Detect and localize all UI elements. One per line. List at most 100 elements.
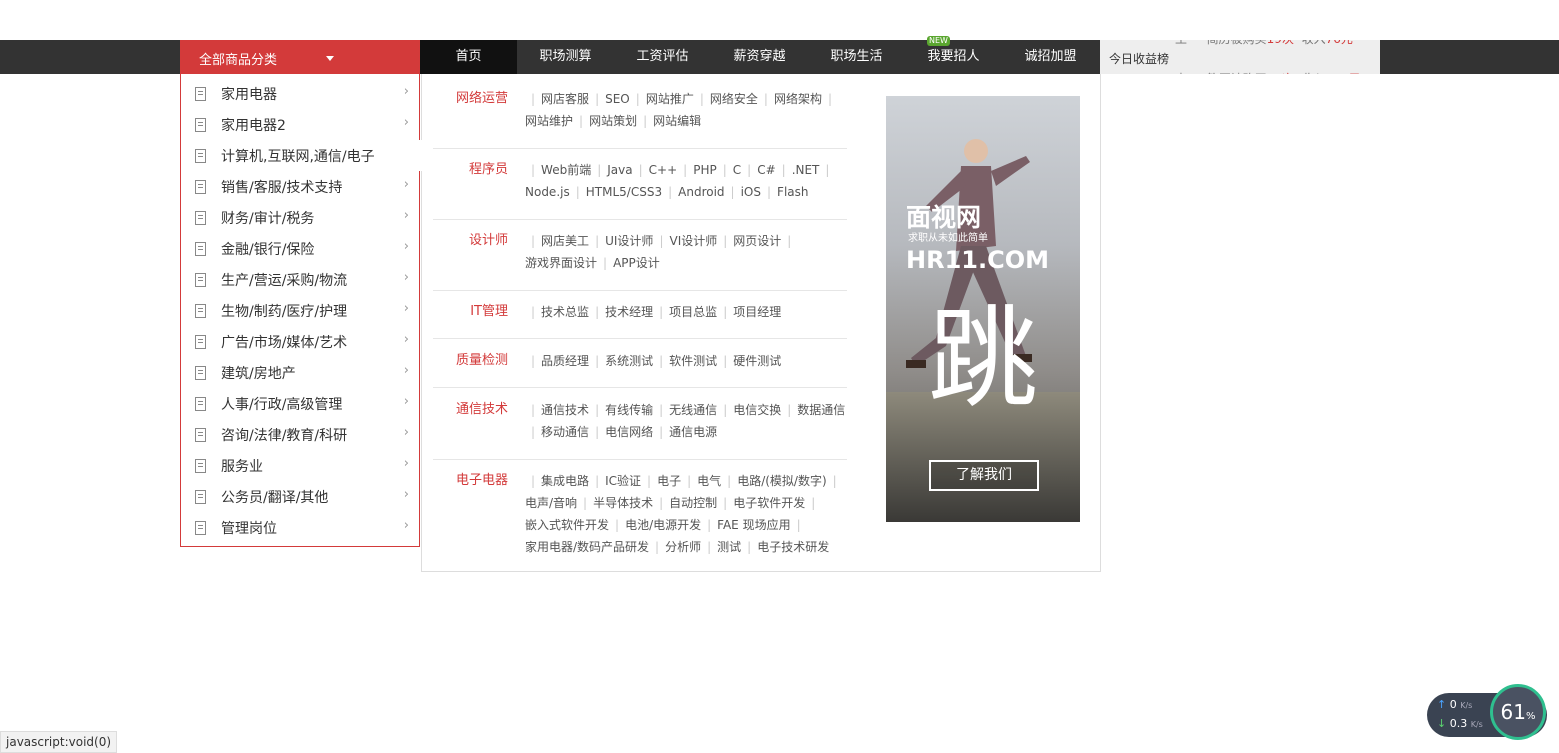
job-link[interactable]: Flash [777,181,808,203]
job-link[interactable]: 网店美工 [541,230,589,252]
job-link[interactable]: 分析师 [665,536,701,558]
job-link[interactable]: 网络安全 [710,88,758,110]
job-link[interactable]: Node.js [525,181,570,203]
ad-banner[interactable]: 面视网 求职从未如此简单 HR11.COM 跳 了解我们 [886,96,1080,522]
learn-more-button[interactable]: 了解我们 [929,460,1039,491]
sidebar-item-label: 建筑/房地产 [221,366,296,382]
sidebar-category-item[interactable]: 人事/行政/高级管理 › [181,388,419,419]
job-link[interactable]: FAE 现场应用 [717,514,790,536]
sidebar-category-item[interactable]: 销售/客服/技术支持 › [181,171,419,202]
network-monitor-widget[interactable]: ↑ 0 K/s ↓ 0.3 K/s 61% [1427,684,1547,740]
job-link[interactable]: C [733,159,741,181]
job-link[interactable]: 网页设计 [733,230,781,252]
job-link[interactable]: 品质经理 [541,350,589,372]
group-title-link[interactable]: 电子电器 [433,470,508,492]
job-link[interactable]: HTML5/CSS3 [586,181,662,203]
nav-item[interactable]: 职场生活 [808,40,905,74]
sidebar-category-item[interactable]: 家用电器 › [181,78,419,109]
group-title-link[interactable]: 设计师 [433,230,508,252]
sidebar-category-item[interactable]: 计算机,互联网,通信/电子 [181,140,424,171]
sidebar-category-item[interactable]: 建筑/房地产 › [181,357,419,388]
job-link[interactable]: SEO [605,88,630,110]
job-link[interactable]: 有线传输 [605,399,653,421]
job-link[interactable]: iOS [741,181,761,203]
main-nav: 首页 职场测算 工资评估 薪资穿越 职场生活 我要招人 NEW 诚招加盟 [420,36,1099,74]
nav-item[interactable]: 诚招加盟 [1002,40,1099,74]
job-link[interactable]: 电子技术研发 [757,536,829,558]
group-title-link[interactable]: 质量检测 [433,350,508,372]
job-link[interactable]: 电池/电源开发 [625,514,701,536]
job-link[interactable]: 网站策划 [589,110,637,132]
sidebar-category-item[interactable]: 服务业 › [181,450,419,481]
job-link[interactable]: 无线通信 [669,399,717,421]
job-link[interactable]: 集成电路 [541,470,589,492]
job-link[interactable]: APP设计 [613,252,660,274]
nav-item[interactable]: 我要招人 NEW [905,36,1002,74]
job-link[interactable]: 技术经理 [605,301,653,323]
job-link[interactable]: 网站编辑 [653,110,701,132]
job-link[interactable]: Android [678,181,724,203]
job-link[interactable]: C++ [649,159,678,181]
job-link[interactable]: 通信电源 [669,421,717,443]
memory-usage-circle[interactable]: 61% [1490,684,1546,740]
job-link[interactable]: 游戏界面设计 [525,252,597,274]
job-link[interactable]: 网络架构 [774,88,822,110]
job-link[interactable]: 技术总监 [541,301,589,323]
nav-item[interactable]: 职场测算 [517,40,614,74]
job-link[interactable]: 半导体技术 [593,492,653,514]
job-link[interactable]: 家用电器/数码产品研发 [525,536,649,558]
chevron-right-icon: › [403,456,409,471]
sidebar-category-item[interactable]: 家用电器2 › [181,109,419,140]
separator: | [595,354,600,368]
group-title-link[interactable]: 网络运营 [433,88,508,110]
sidebar-category-item[interactable]: 财务/审计/税务 › [181,202,419,233]
caret-down-icon [326,56,334,61]
job-link[interactable]: VI设计师 [669,230,717,252]
job-link[interactable]: .NET [792,159,820,181]
job-link[interactable]: 数据通信 [797,399,845,421]
job-link[interactable]: 嵌入式软件开发 [525,514,609,536]
category-sidebar: 家用电器 › 家用电器2 › 计算机,互联网,通信/电子 销售/客服/技术支持 › 财务/审计… [180,74,424,547]
job-link[interactable]: 项目总监 [669,301,717,323]
job-link[interactable]: 软件测试 [669,350,717,372]
job-link[interactable]: 移动通信 [541,421,589,443]
sidebar-category-item[interactable]: 生物/制药/医疗/护理 › [181,295,419,326]
job-link[interactable]: 电信交换 [733,399,781,421]
job-link[interactable]: 电子软件开发 [733,492,805,514]
job-link[interactable]: 电路/(模拟/数字) [737,470,826,492]
job-link[interactable]: Java [607,159,632,181]
job-link[interactable]: 电子 [657,470,681,492]
job-link[interactable]: Web前端 [541,159,591,181]
job-link[interactable]: 网站推广 [646,88,694,110]
sidebar-category-item[interactable]: 管理岗位 › [181,512,419,543]
sidebar-category-item[interactable]: 生产/营运/采购/物流 › [181,264,419,295]
job-link[interactable]: PHP [693,159,717,181]
ticker-income-label: 收入 [1302,40,1326,46]
chevron-right-icon: › [403,363,409,378]
all-categories-button[interactable]: 全部商品分类 [180,40,420,74]
job-link[interactable]: 系统测试 [605,350,653,372]
job-link[interactable]: 自动控制 [669,492,717,514]
job-link[interactable]: 网店客服 [541,88,589,110]
nav-item[interactable]: 首页 [420,40,517,74]
nav-item[interactable]: 工资评估 [614,40,711,74]
group-title-link[interactable]: IT管理 [433,301,508,323]
job-link[interactable]: UI设计师 [605,230,653,252]
job-link[interactable]: 测试 [717,536,741,558]
job-link[interactable]: 电气 [697,470,721,492]
sidebar-category-item[interactable]: 金融/银行/保险 › [181,233,419,264]
job-link[interactable]: 网站维护 [525,110,573,132]
group-title-link[interactable]: 通信技术 [433,399,508,421]
sidebar-category-item[interactable]: 公务员/翻译/其他 › [181,481,419,512]
nav-item[interactable]: 薪资穿越 [711,40,808,74]
job-link[interactable]: IC验证 [605,470,641,492]
job-link[interactable]: C# [757,159,775,181]
job-link[interactable]: 电声/音响 [525,492,577,514]
job-link[interactable]: 电信网络 [605,421,653,443]
sidebar-category-item[interactable]: 咨询/法律/教育/科研 › [181,419,419,450]
job-link[interactable]: 通信技术 [541,399,589,421]
job-link[interactable]: 硬件测试 [733,350,781,372]
group-title-link[interactable]: 程序员 [433,159,508,181]
job-link[interactable]: 项目经理 [733,301,781,323]
sidebar-category-item[interactable]: 广告/市场/媒体/艺术 › [181,326,419,357]
